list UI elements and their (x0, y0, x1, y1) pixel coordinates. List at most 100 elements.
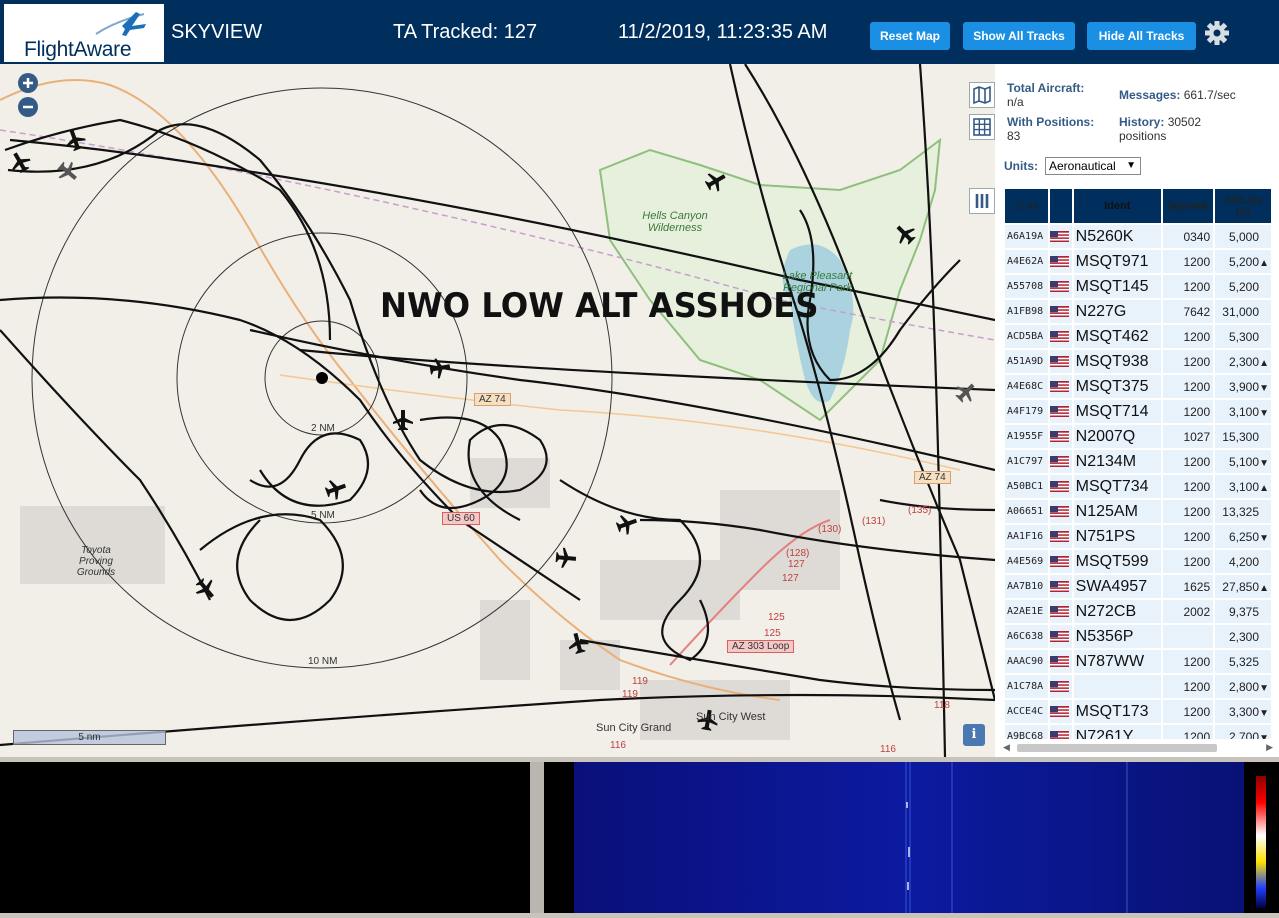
table-row[interactable]: A4E569MSQT59912004,200 (1005, 550, 1271, 573)
table-row[interactable]: A4E68CMSQT37512003,900▼ (1005, 375, 1271, 398)
us-flag-icon (1050, 406, 1069, 417)
table-row[interactable]: A50BC1MSQT73412003,100▲ (1005, 475, 1271, 498)
col-header-altitude[interactable]: Altitude (ft) (1215, 189, 1271, 223)
range-label-5nm: 5 NM (311, 510, 335, 521)
col-header-squawk[interactable]: Squawk (1163, 189, 1213, 223)
cell-icao: ACCE4C (1005, 700, 1048, 723)
altitude-value: 3,100 (1229, 405, 1259, 419)
cell-ident: MSQT375 (1074, 375, 1161, 398)
map-grid-button[interactable] (969, 114, 995, 140)
range-label-10nm: 10 NM (308, 656, 337, 667)
cell-altitude: 2,700▼ (1215, 725, 1271, 739)
us-flag-icon (1050, 281, 1069, 292)
cell-squawk: 1200 (1163, 250, 1213, 273)
altitude-trend-icon: ▼ (1259, 708, 1269, 719)
table-row[interactable]: A06651N125AM120013,325 (1005, 500, 1271, 523)
cell-squawk: 1027 (1163, 425, 1213, 448)
scale-bar: 5 nm (13, 730, 166, 745)
table-row[interactable]: A6A19AN5260K03405,000 (1005, 225, 1271, 248)
col-header-icao[interactable]: ICAO (1005, 189, 1048, 223)
route-number: (131) (862, 516, 885, 527)
aircraft-icon[interactable] (323, 476, 349, 502)
table-row[interactable]: A6C638N5356P2,300 (1005, 625, 1271, 648)
col-header-flag[interactable] (1050, 189, 1071, 223)
cell-icao: A4F179 (1005, 400, 1048, 423)
cell-squawk: 1200 (1163, 700, 1213, 723)
gear-icon[interactable] (1203, 19, 1231, 47)
spectrum-waterfall (544, 762, 1279, 913)
zoom-in-button[interactable] (17, 72, 39, 94)
aircraft-icon[interactable] (54, 158, 82, 186)
aircraft-icon[interactable] (952, 378, 980, 406)
aircraft-icon[interactable] (192, 575, 220, 603)
table-row[interactable]: A9BC68N7261Y12002,700▼ (1005, 725, 1271, 739)
scroll-right-icon[interactable]: ▶ (1266, 742, 1273, 753)
logo-text: FlightAware (24, 38, 131, 62)
table-row[interactable]: A55708MSQT14512005,200 (1005, 275, 1271, 298)
route-number: (128) (786, 548, 809, 559)
horizontal-scrollbar[interactable]: ◀ ▶ (1003, 742, 1273, 754)
zoom-out-button[interactable] (17, 96, 39, 118)
cell-altitude: 31,000 (1215, 300, 1271, 323)
table-row[interactable]: A4F179MSQT71412003,100▼ (1005, 400, 1271, 423)
aircraft-table-container[interactable]: ICAO Ident Squawk Altitude (ft) A6A19AN5… (1005, 189, 1275, 739)
cell-ident: MSQT462 (1074, 325, 1161, 348)
cell-altitude: 2,300▲ (1215, 350, 1271, 373)
map-view[interactable]: NWO LOW ALT ASSHOES 2 NM 5 NM 10 NM AZ 7… (0, 64, 995, 757)
info-button[interactable]: i (963, 724, 985, 746)
cell-squawk: 1200 (1163, 275, 1213, 298)
table-row[interactable]: AA7B10SWA4957162527,850▲ (1005, 575, 1271, 598)
cell-icao: A06651 (1005, 500, 1048, 523)
map-canvas[interactable] (0, 64, 995, 757)
map-icon (970, 83, 994, 107)
altitude-trend-icon: ▼ (1259, 733, 1269, 740)
cell-icao: A51A9D (1005, 350, 1048, 373)
cell-squawk: 0340 (1163, 225, 1213, 248)
cell-ident: N2007Q (1074, 425, 1161, 448)
cell-altitude: 3,100▼ (1215, 400, 1271, 423)
table-row[interactable]: A51A9DMSQT93812002,300▲ (1005, 350, 1271, 373)
table-row[interactable]: A1FB98N227G764231,000 (1005, 300, 1271, 323)
table-row[interactable]: AA1F16N751PS12006,250▼ (1005, 525, 1271, 548)
cell-icao: A4E68C (1005, 375, 1048, 398)
aircraft-icon[interactable] (555, 547, 577, 569)
us-flag-icon (1050, 306, 1069, 317)
us-flag-icon (1050, 581, 1069, 592)
cell-flag (1050, 250, 1071, 273)
history-stat: History: 30502 positions (1119, 115, 1201, 143)
table-row[interactable]: A1C797N2134M12005,100▼ (1005, 450, 1271, 473)
scroll-left-icon[interactable]: ◀ (1003, 742, 1010, 753)
cell-ident: MSQT971 (1074, 250, 1161, 273)
place-label-lake-pleasant: Lake Pleasant Regional Park (780, 270, 855, 294)
altitude-value: 5,200 (1229, 255, 1259, 269)
bottom-black-panel (0, 762, 530, 913)
cell-icao: A2AE1E (1005, 600, 1048, 623)
cell-altitude: 3,300▼ (1215, 700, 1271, 723)
table-row[interactable]: A1955FN2007Q102715,300 (1005, 425, 1271, 448)
us-flag-icon (1050, 681, 1069, 692)
col-header-ident[interactable]: Ident (1074, 189, 1161, 223)
column-toggle-button[interactable] (969, 188, 995, 214)
table-row[interactable]: AAAC90N787WW12005,325 (1005, 650, 1271, 673)
cell-altitude: 15,300 (1215, 425, 1271, 448)
table-row[interactable]: ACD5BAMSQT46212005,300 (1005, 325, 1271, 348)
units-select[interactable]: Aeronautical ▼ (1045, 157, 1141, 175)
table-row[interactable]: A1C78A12002,800▼ (1005, 675, 1271, 698)
flightaware-logo[interactable]: FlightAware (4, 4, 164, 62)
cell-ident: N272CB (1074, 600, 1161, 623)
scrollbar-thumb[interactable] (1017, 744, 1217, 752)
table-row[interactable]: A2AE1EN272CB20029,375 (1005, 600, 1271, 623)
cell-ident: N125AM (1074, 500, 1161, 523)
hide-all-tracks-button[interactable]: Hide All Tracks (1087, 22, 1196, 50)
total-aircraft-stat: Total Aircraft: n/a (1007, 81, 1084, 109)
map-layers-button[interactable] (969, 82, 995, 108)
cell-squawk: 1625 (1163, 575, 1213, 598)
route-number: 118 (934, 700, 950, 711)
show-all-tracks-button[interactable]: Show All Tracks (963, 22, 1075, 50)
table-row[interactable]: A4E62AMSQT97112005,200▲ (1005, 250, 1271, 273)
table-row[interactable]: ACCE4CMSQT17312003,300▼ (1005, 700, 1271, 723)
reset-map-button[interactable]: Reset Map (870, 22, 950, 50)
altitude-value: 3,100 (1229, 480, 1259, 494)
altitude-trend-icon: ▲ (1259, 358, 1269, 369)
cell-icao: A1C78A (1005, 675, 1048, 698)
